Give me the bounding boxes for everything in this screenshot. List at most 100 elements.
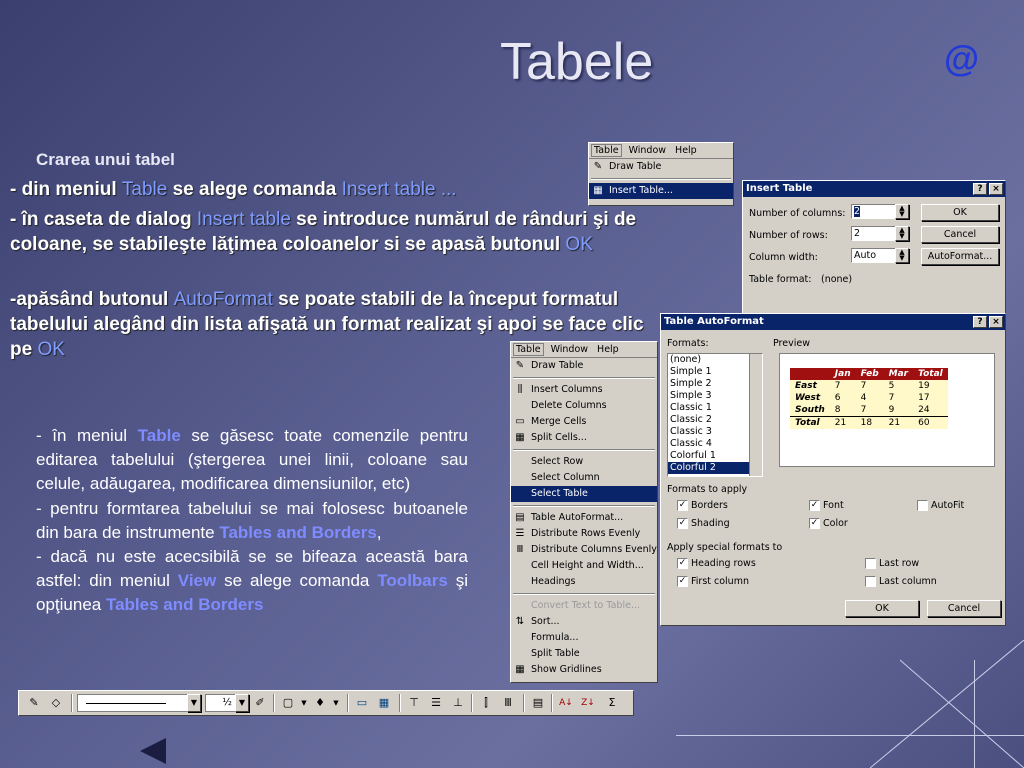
format-option[interactable]: (none) — [668, 354, 762, 366]
menu-item-split-table[interactable]: Split Table — [511, 646, 657, 662]
color-checkbox[interactable]: ✓ Color — [809, 518, 848, 529]
table-menu: Table Window Help ✎ Draw Table ⫼ Insert Colu… — [510, 341, 658, 683]
previous-slide-icon[interactable] — [140, 738, 168, 764]
columns-spinner[interactable]: ▲ ▼ — [895, 204, 909, 219]
rows-label: Number of rows: — [749, 230, 828, 241]
ok-button[interactable]: OK — [845, 600, 919, 617]
insert-table-dialog: Insert Table ? × Number of columns: 2 ▲ ▼… — [742, 180, 1006, 320]
menu-table[interactable]: Table — [591, 144, 622, 157]
distribute-rows-icon[interactable]: ⫿ — [477, 694, 495, 712]
menu-item-formula[interactable]: Formula... — [511, 630, 657, 646]
line-weight-select[interactable]: ½ — [205, 694, 237, 712]
align-bottom-icon[interactable]: ⊥ — [449, 694, 467, 712]
help-button[interactable]: ? — [973, 316, 987, 328]
format-option[interactable]: Colorful 1 — [668, 450, 762, 462]
last-row-checkbox[interactable]: Last row — [865, 558, 919, 569]
pencil-icon: ✎ — [515, 360, 525, 371]
autoformat-titlebar: Table AutoFormat ? × — [661, 314, 1005, 330]
slide-subtitle: Crarea unui tabel — [36, 150, 175, 169]
menu-help[interactable]: Help — [673, 145, 699, 156]
autofit-checkbox[interactable]: AutoFit — [917, 500, 964, 511]
column-width-spinner[interactable]: ▲ ▼ — [895, 248, 909, 263]
tables-borders-toolbar: ✎ ◇ ▼ ½ ▼ ✐ ▢ ▼ ♦ ▼ ▭ ▦ ⊤ ☰ ⊥ ⫿ Ⅲ ▤ A↓ Z… — [18, 690, 634, 716]
close-button[interactable]: × — [989, 183, 1003, 195]
format-option[interactable]: Simple 1 — [668, 366, 762, 378]
menu-window[interactable]: Window — [627, 145, 668, 156]
menu-item-distribute-columns[interactable]: Ⅲ Distribute Columns Evenly — [511, 542, 657, 558]
preview-label: Preview — [773, 338, 810, 349]
columns-input[interactable]: 2 — [851, 204, 897, 219]
menu-item-draw-table[interactable]: ✎ Draw Table — [511, 358, 657, 374]
menu-item-select-column[interactable]: Select Column — [511, 470, 657, 486]
font-checkbox[interactable]: ✓ Font — [809, 500, 844, 511]
rows-spinner[interactable]: ▲ ▼ — [895, 226, 909, 241]
menu-item-cell-height-width[interactable]: Cell Height and Width... — [511, 558, 657, 574]
menu-table[interactable]: Table — [513, 343, 544, 356]
line-style-dropdown-icon[interactable]: ▼ — [187, 694, 201, 712]
insert-table-titlebar: Insert Table ? × — [743, 181, 1005, 197]
cancel-button[interactable]: Cancel — [927, 600, 1001, 617]
menu-item-table-autoformat[interactable]: ▤ Table AutoFormat... — [511, 510, 657, 526]
formats-listbox[interactable]: (none) Simple 1 Simple 2 Simple 3 Classi… — [667, 353, 763, 477]
table-grid-icon: ▦ — [593, 185, 603, 196]
at-link-icon[interactable]: @ — [944, 38, 979, 80]
column-width-input[interactable]: Auto — [851, 248, 897, 263]
gridlines-icon: ▦ — [515, 664, 525, 675]
formats-label: Formats: — [667, 338, 709, 349]
slide-title: Tabele — [500, 33, 654, 91]
menu-help[interactable]: Help — [595, 344, 621, 355]
format-option[interactable]: Simple 2 — [668, 378, 762, 390]
heading-rows-checkbox[interactable]: ✓ Heading rows — [677, 558, 756, 569]
border-color-icon[interactable]: ✐ — [251, 694, 269, 712]
format-option[interactable]: Classic 3 — [668, 426, 762, 438]
menu-item-select-table[interactable]: Select Table — [511, 486, 657, 502]
menu-item-distribute-rows[interactable]: ☰ Distribute Rows Evenly — [511, 526, 657, 542]
menu-item-insert-columns[interactable]: ⫼ Insert Columns — [511, 382, 657, 398]
menu-item-insert-table[interactable]: ▦ Insert Table... — [589, 183, 733, 199]
insert-columns-icon: ⫼ — [517, 384, 523, 395]
shading-checkbox[interactable]: ✓ Shading — [677, 518, 730, 529]
sort-ascending-icon[interactable]: A↓ — [557, 694, 575, 712]
center-vertically-icon[interactable]: ☰ — [427, 694, 445, 712]
format-option[interactable]: Classic 2 — [668, 414, 762, 426]
menu-item-headings[interactable]: Headings — [511, 574, 657, 590]
format-option[interactable]: Classic 4 — [668, 438, 762, 450]
format-option-selected[interactable]: Colorful 2 — [668, 462, 762, 474]
eraser-icon[interactable]: ◇ — [47, 694, 65, 712]
merge-cells-icon[interactable]: ▭ — [353, 694, 371, 712]
line-weight-dropdown-icon[interactable]: ▼ — [235, 694, 249, 712]
menu-item-convert-text[interactable]: Convert Text to Table... — [511, 598, 657, 614]
ok-button[interactable]: OK — [921, 204, 999, 221]
align-top-icon[interactable]: ⊤ — [405, 694, 423, 712]
last-column-checkbox[interactable]: Last column — [865, 576, 937, 587]
instruction-line-1: - din meniul Table se alege comanda Inse… — [10, 179, 457, 200]
sort-descending-icon[interactable]: Z↓ — [579, 694, 597, 712]
line-style-select[interactable] — [77, 694, 191, 712]
autoformat-button[interactable]: AutoFormat... — [921, 248, 999, 265]
first-column-checkbox[interactable]: ✓ First column — [677, 576, 749, 587]
cancel-button[interactable]: Cancel — [921, 226, 999, 243]
menu-item-split-cells[interactable]: ▦ Split Cells... — [511, 430, 657, 446]
menu-item-show-gridlines[interactable]: ▦ Show Gridlines — [511, 662, 657, 678]
preview-pane: Jan Feb Mar Total East 7 7 5 19 West 6 4 7 17 South… — [779, 353, 995, 467]
help-button[interactable]: ? — [973, 183, 987, 195]
autosum-icon[interactable]: Σ — [603, 694, 621, 712]
format-option[interactable]: Classic 1 — [668, 402, 762, 414]
instruction-line-2: - în caseta de dialog Insert table se in… — [10, 209, 637, 255]
distribute-columns-icon[interactable]: Ⅲ — [499, 694, 517, 712]
menu-item-draw-table[interactable]: ✎ Draw Table — [589, 159, 733, 175]
split-cells-icon[interactable]: ▦ — [375, 694, 393, 712]
menu-item-sort[interactable]: ⇅ Sort... — [511, 614, 657, 630]
format-option[interactable]: Simple 3 — [668, 390, 762, 402]
borders-checkbox[interactable]: ✓ Borders — [677, 500, 728, 511]
shading-dropdown-icon[interactable]: ▼ — [327, 694, 345, 712]
menu-item-merge-cells[interactable]: ▭ Merge Cells — [511, 414, 657, 430]
menu-item-select-row[interactable]: Select Row — [511, 454, 657, 470]
formats-scrollbar[interactable] — [749, 354, 762, 476]
draw-table-pencil-icon[interactable]: ✎ — [25, 694, 43, 712]
close-button[interactable]: × — [989, 316, 1003, 328]
menu-window[interactable]: Window — [549, 344, 590, 355]
rows-input[interactable]: 2 — [851, 226, 897, 241]
menu-item-delete-columns[interactable]: Delete Columns — [511, 398, 657, 414]
table-autoformat-icon[interactable]: ▤ — [529, 694, 547, 712]
